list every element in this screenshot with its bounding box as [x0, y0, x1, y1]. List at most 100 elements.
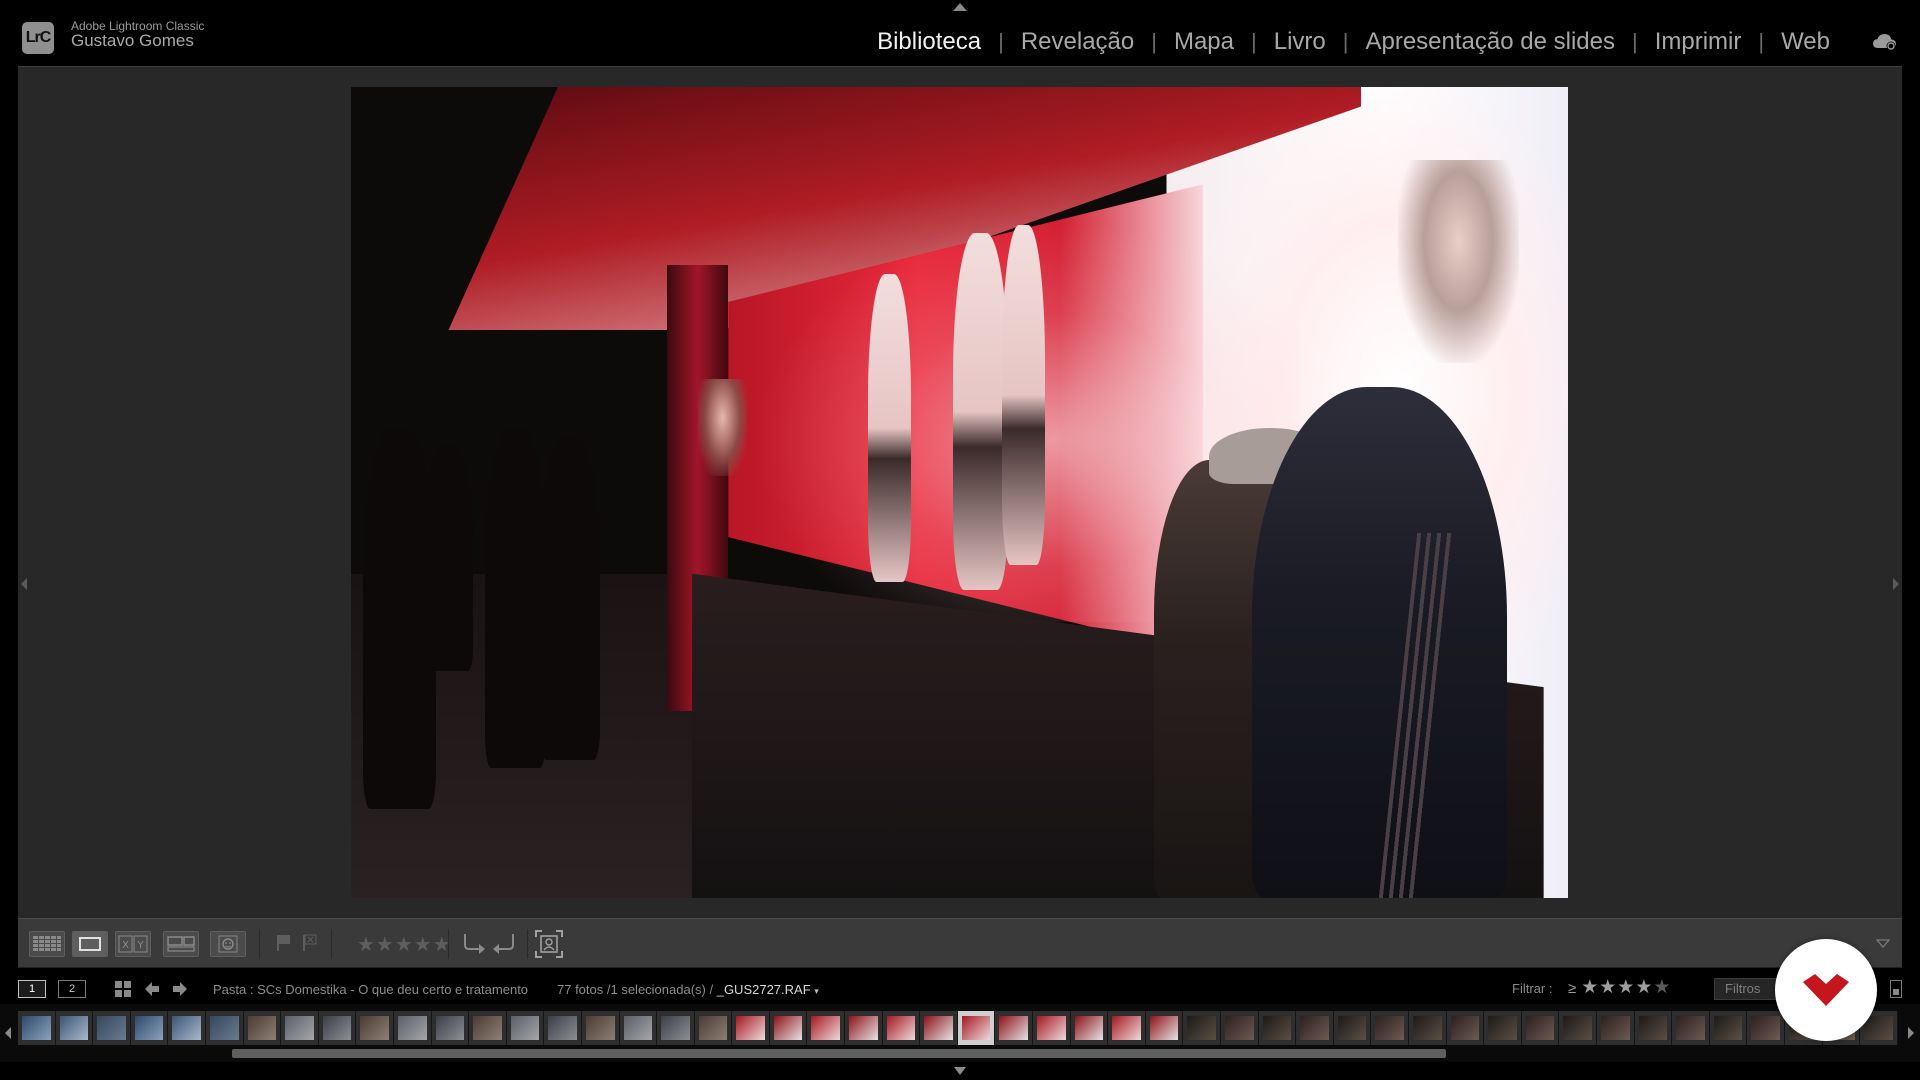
filmstrip-thumbnail[interactable] — [1521, 1011, 1560, 1045]
thumbnail-image — [97, 1016, 126, 1040]
loupe-view-button[interactable] — [72, 931, 108, 957]
filmstrip-thumbnail[interactable] — [1033, 1011, 1071, 1045]
filmstrip-scroll-left-icon[interactable] — [3, 1026, 13, 1040]
rating-stars[interactable]: ★★★★★ — [357, 932, 452, 957]
compare-view-button[interactable]: X Y — [115, 931, 151, 957]
filmstrip-thumbnail[interactable] — [581, 1011, 620, 1045]
filmstrip-thumbnail[interactable] — [732, 1011, 770, 1045]
photo-mannequin — [953, 232, 1009, 590]
module-biblioteca[interactable]: Biblioteca — [877, 28, 981, 56]
thumbnail-image — [1300, 1016, 1329, 1040]
filmstrip-thumbnail[interactable] — [1709, 1011, 1748, 1045]
rotate-left-icon[interactable] — [461, 931, 487, 955]
thumbnail-image — [1563, 1016, 1592, 1040]
filmstrip-thumbnail[interactable] — [168, 1011, 206, 1045]
filmstrip-thumbnail[interactable] — [1408, 1011, 1447, 1045]
rotate-right-icon[interactable] — [491, 931, 517, 955]
cloud-sync-icon[interactable] — [1872, 32, 1898, 52]
filmstrip-thumbnail[interactable] — [1333, 1011, 1372, 1045]
right-panel-toggle-icon[interactable] — [1892, 577, 1900, 591]
filmstrip-scrollbar[interactable] — [232, 1049, 1446, 1058]
people-view-button[interactable] — [210, 931, 246, 957]
main-screen-button[interactable]: 1 — [18, 980, 46, 998]
module-livro[interactable]: Livro — [1274, 28, 1326, 56]
filter-rating-stars[interactable]: ≥ ★★★★★ — [1568, 976, 1671, 999]
forward-arrow-icon[interactable] — [171, 980, 189, 998]
filmstrip-thumbnail[interactable] — [1634, 1011, 1673, 1045]
thumbnail-image — [322, 1016, 352, 1040]
filmstrip-thumbnail[interactable] — [356, 1011, 394, 1045]
flag-reject-icon[interactable] — [301, 933, 319, 953]
filmstrip-thumbnail[interactable] — [1747, 1011, 1785, 1045]
collapse-top-panel-icon[interactable] — [952, 2, 968, 12]
toolbar-separator — [527, 929, 528, 959]
thumbnail-image — [285, 1016, 314, 1040]
module-web[interactable]: Web — [1781, 28, 1830, 56]
thumbnail-strip — [18, 1011, 1902, 1045]
left-panel-toggle-icon[interactable] — [20, 577, 28, 591]
filmstrip-thumbnail[interactable] — [657, 1011, 695, 1045]
survey-view-button[interactable] — [163, 931, 199, 957]
filmstrip-thumbnail[interactable] — [243, 1011, 282, 1045]
filmstrip-thumbnail[interactable] — [93, 1011, 131, 1045]
filmstrip-thumbnail[interactable] — [1183, 1011, 1221, 1045]
filmstrip-thumbnail[interactable] — [18, 1011, 56, 1045]
filter-operator[interactable]: ≥ — [1568, 980, 1577, 997]
photo-count[interactable]: 77 fotos /1 selecionada(s) / _GUS2727.RA… — [557, 982, 819, 997]
filmstrip-thumbnail[interactable] — [995, 1011, 1034, 1045]
filename-dropdown-icon[interactable]: ▾ — [814, 986, 819, 996]
flag-pick-icon[interactable] — [275, 933, 293, 953]
back-arrow-icon[interactable] — [143, 980, 161, 998]
source-path[interactable]: Pasta : SCs Domestika - O que deu certo … — [213, 982, 528, 997]
module-imprimir[interactable]: Imprimir — [1655, 28, 1742, 56]
filmstrip-thumbnail[interactable] — [393, 1011, 432, 1045]
filmstrip-thumbnail[interactable] — [1070, 1011, 1109, 1045]
filmstrip-thumbnail[interactable] — [845, 1011, 883, 1045]
filmstrip-thumbnail[interactable] — [55, 1011, 94, 1045]
filmstrip-thumbnail[interactable] — [807, 1011, 846, 1045]
filmstrip-thumbnail[interactable] — [1108, 1011, 1146, 1045]
filmstrip-thumbnail[interactable] — [318, 1011, 357, 1045]
toolbar-options-chevron-icon[interactable] — [1876, 938, 1890, 948]
filmstrip-thumbnail[interactable] — [1221, 1011, 1259, 1045]
filmstrip-thumbnail[interactable] — [1296, 1011, 1334, 1045]
filmstrip-thumbnail[interactable] — [431, 1011, 470, 1045]
module-revelacao[interactable]: Revelação — [1021, 28, 1134, 56]
filmstrip-thumbnail[interactable] — [882, 1011, 921, 1045]
module-apresentacao[interactable]: Apresentação de slides — [1365, 28, 1615, 56]
filmstrip-thumbnail[interactable] — [469, 1011, 507, 1045]
filmstrip-thumbnail[interactable] — [1371, 1011, 1409, 1045]
grid-shortcut-icon[interactable] — [114, 980, 132, 998]
filmstrip-thumbnail[interactable] — [769, 1011, 808, 1045]
filter-lock-icon[interactable] — [1890, 980, 1902, 998]
filmstrip-scroll-right-icon[interactable] — [1906, 1026, 1916, 1040]
module-mapa[interactable]: Mapa — [1174, 28, 1234, 56]
filmstrip-thumbnail[interactable] — [920, 1011, 958, 1045]
filmstrip-thumbnail[interactable] — [506, 1011, 545, 1045]
filmstrip-thumbnail[interactable] — [957, 1011, 996, 1045]
filmstrip-thumbnail[interactable] — [1559, 1011, 1597, 1045]
filmstrip-header: 1 2 Pasta : SCs Domestika - O que deu ce… — [0, 968, 1920, 1004]
domestika-badge[interactable] — [1775, 939, 1877, 1041]
filmstrip-thumbnail[interactable] — [1145, 1011, 1184, 1045]
filmstrip-thumbnail[interactable] — [694, 1011, 733, 1045]
secondary-screen-button[interactable]: 2 — [58, 980, 86, 998]
filmstrip-thumbnail[interactable] — [205, 1011, 244, 1045]
filmstrip-thumbnail[interactable] — [1596, 1011, 1635, 1045]
collapse-bottom-panel-icon[interactable] — [953, 1066, 967, 1076]
filmstrip-thumbnail[interactable] — [1258, 1011, 1297, 1045]
main-photo[interactable] — [351, 87, 1568, 898]
module-separator: | — [1631, 29, 1638, 54]
filmstrip-thumbnail[interactable] — [1446, 1011, 1485, 1045]
grid-view-button[interactable] — [29, 931, 65, 957]
thumbnail-image — [1074, 1016, 1104, 1040]
filmstrip-thumbnail[interactable] — [1672, 1011, 1710, 1045]
filmstrip-thumbnail[interactable] — [619, 1011, 658, 1045]
filmstrip-thumbnail[interactable] — [1484, 1011, 1522, 1045]
filmstrip-thumbnail[interactable] — [544, 1011, 582, 1045]
face-region-icon[interactable] — [534, 929, 564, 959]
photo-mannequin — [1002, 224, 1045, 566]
thumbnail-image — [59, 1016, 89, 1040]
filmstrip-thumbnail[interactable] — [281, 1011, 319, 1045]
filmstrip-thumbnail[interactable] — [130, 1011, 169, 1045]
